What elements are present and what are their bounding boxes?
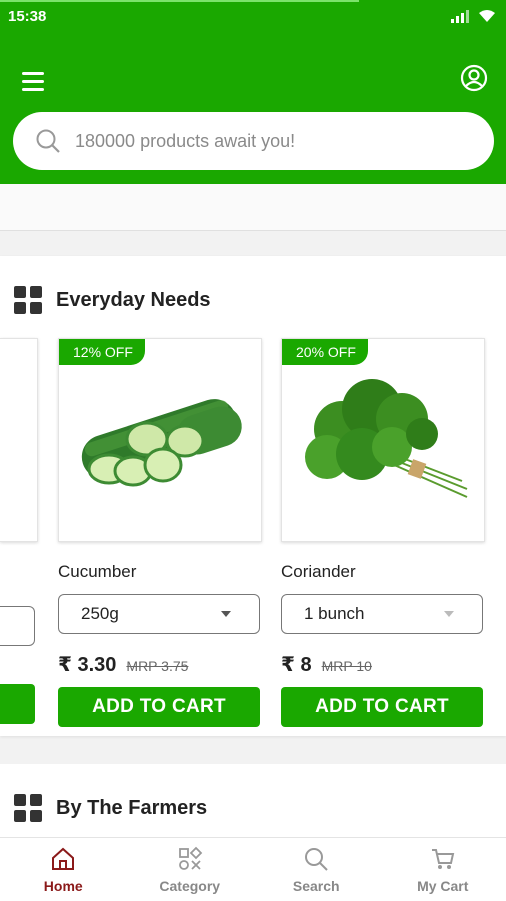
nav-category[interactable]: Category [127, 838, 254, 901]
nav-label: My Cart [417, 878, 468, 894]
nav-home[interactable]: Home [0, 838, 127, 901]
quantity-value: 1 bunch [304, 604, 365, 624]
signal-icon [450, 9, 470, 23]
discount-badge: 20% OFF [282, 339, 368, 365]
profile-icon[interactable] [460, 64, 488, 92]
search-icon [35, 128, 61, 154]
product-card[interactable]: 12% OFF Cucumber 250g ₹ 3.30 [58, 338, 262, 727]
status-time: 15:38 [8, 8, 46, 25]
nav-label: Home [44, 878, 83, 894]
home-icon [50, 846, 76, 872]
price: ₹ 8 [281, 652, 312, 677]
add-to-cart-button[interactable] [0, 684, 35, 724]
cucumber-image [59, 339, 261, 541]
bottom-navigation: Home Category Search My Cart [0, 837, 506, 901]
cart-icon [430, 846, 456, 872]
price: ₹ 3.30 [58, 652, 116, 677]
mrp: MRP 10 [322, 658, 372, 674]
product-image[interactable]: 12% OFF [58, 338, 262, 542]
status-icons [450, 9, 496, 23]
search-bar[interactable] [13, 112, 494, 170]
quantity-value: 250g [81, 604, 119, 624]
page-load-progress [0, 0, 359, 2]
search-icon [303, 846, 329, 872]
wifi-icon [478, 9, 496, 23]
section-by-the-farmers: By The Farmers [0, 764, 506, 844]
product-card[interactable]: 20% OFF Coriander 1 bunch [281, 338, 485, 727]
nav-label: Category [159, 878, 220, 894]
section-title: Everyday Needs [56, 289, 211, 312]
product-name: Coriander [281, 562, 485, 582]
product-card-partial[interactable] [0, 338, 38, 542]
section-header: By The Farmers [14, 794, 207, 822]
quantity-select[interactable]: 250g [58, 594, 260, 634]
section-everyday-needs: Everyday Needs 12% OFF [0, 256, 506, 736]
product-image[interactable]: 20% OFF [281, 338, 485, 542]
product-name: Cucumber [58, 562, 262, 582]
nav-label: Search [293, 878, 340, 894]
nav-search[interactable]: Search [253, 838, 380, 901]
quantity-select[interactable]: 1 bunch [281, 594, 483, 634]
discount-badge: 12% OFF [59, 339, 145, 365]
banner-area [0, 184, 506, 231]
grid-icon [14, 286, 42, 314]
add-to-cart-button[interactable]: ADD TO CART [281, 687, 483, 727]
coriander-image [282, 339, 484, 541]
app-header [0, 32, 506, 184]
menu-button[interactable] [22, 72, 46, 92]
dropdown-arrow-icon [444, 611, 454, 617]
add-to-cart-button[interactable]: ADD TO CART [58, 687, 260, 727]
section-header: Everyday Needs [14, 286, 211, 314]
quantity-select[interactable] [0, 606, 35, 646]
section-title: By The Farmers [56, 797, 207, 820]
category-icon [177, 846, 203, 872]
mrp: MRP 3.75 [126, 658, 188, 674]
grid-icon [14, 794, 42, 822]
price-row: ₹ 8 MRP 10 [281, 652, 485, 677]
status-bar: 15:38 [0, 0, 506, 32]
dropdown-arrow-icon [221, 611, 231, 617]
search-input[interactable] [73, 130, 457, 153]
nav-my-cart[interactable]: My Cart [380, 838, 506, 901]
price-row: ₹ 3.30 MRP 3.75 [58, 652, 262, 677]
